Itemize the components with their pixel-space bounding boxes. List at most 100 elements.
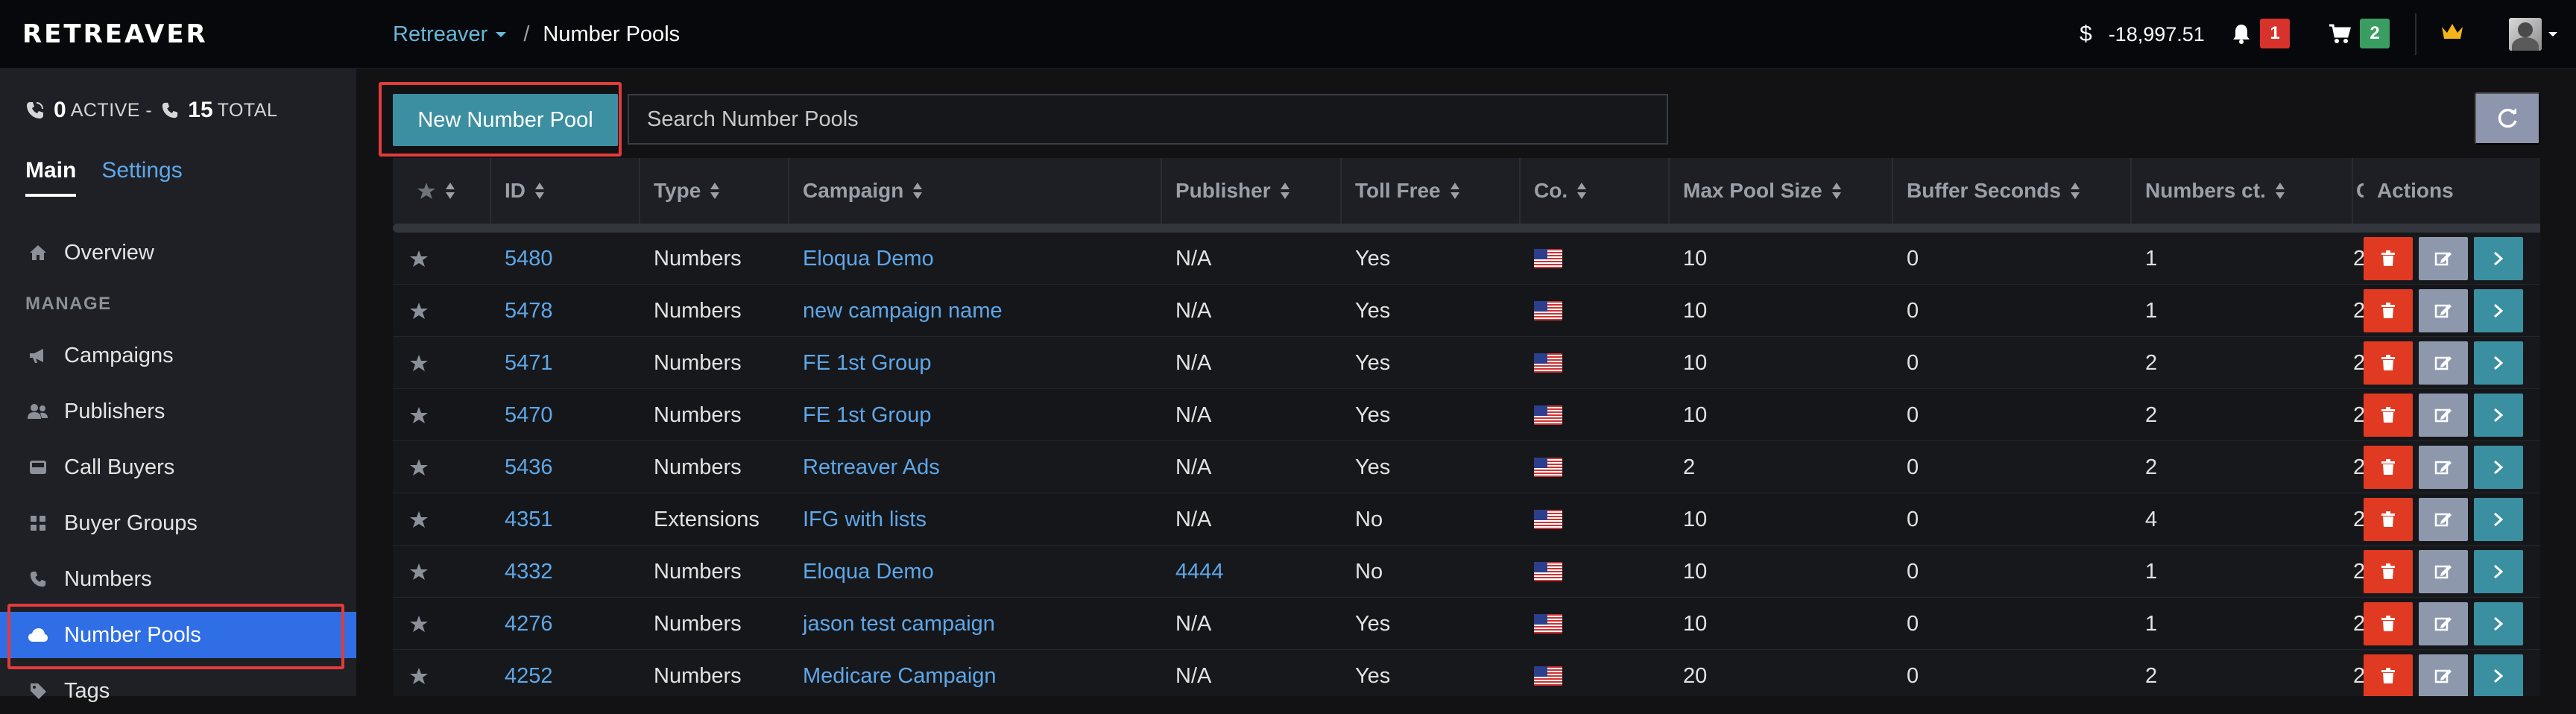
delete-button[interactable] — [2364, 289, 2413, 332]
cell-campaign[interactable]: FE 1st Group — [789, 337, 931, 389]
delete-button[interactable] — [2364, 654, 2413, 696]
column-type[interactable]: Type — [640, 158, 789, 224]
sidebar-item-tags[interactable]: Tags — [0, 668, 356, 714]
view-button[interactable] — [2474, 341, 2523, 385]
star-icon[interactable] — [393, 337, 429, 389]
star-icon[interactable] — [393, 285, 429, 337]
view-button[interactable] — [2474, 550, 2523, 593]
column-numbers-count[interactable]: Numbers ct. — [2132, 158, 2353, 224]
refresh-button[interactable] — [2475, 92, 2540, 145]
account-balance[interactable]: $ -18,997.51 — [2080, 19, 2205, 49]
cell-numbers-count: 2 — [2145, 455, 2158, 479]
sidebar-item-label: Tags — [64, 678, 110, 703]
edit-button[interactable] — [2419, 654, 2468, 696]
column-id[interactable]: ID — [491, 158, 640, 224]
breadcrumb-root-link[interactable]: Retreaver — [393, 22, 507, 47]
edit-button[interactable] — [2419, 237, 2468, 280]
tab-settings[interactable]: Settings — [101, 158, 182, 197]
edit-button[interactable] — [2419, 341, 2468, 385]
cell-campaign[interactable]: IFG with lists — [789, 493, 926, 546]
cart-button[interactable]: 2 — [2329, 19, 2390, 48]
view-button[interactable] — [2474, 602, 2523, 645]
tab-main[interactable]: Main — [25, 158, 77, 197]
cell-toll-free: Yes — [1355, 298, 1391, 323]
chevron-right-icon — [2494, 669, 2504, 683]
column-country[interactable]: Co. — [1521, 158, 1670, 224]
column-campaign[interactable]: Campaign — [789, 158, 1162, 224]
cell-id[interactable]: 4351 — [491, 493, 553, 546]
cell-id[interactable]: 5436 — [491, 441, 553, 493]
delete-button[interactable] — [2364, 341, 2413, 385]
star-icon[interactable] — [393, 546, 429, 598]
column-max-pool-size[interactable]: Max Pool Size — [1670, 158, 1893, 224]
chevron-down-icon — [2548, 31, 2557, 37]
cell-id[interactable]: 4276 — [491, 598, 553, 650]
cell-campaign[interactable]: Retreaver Ads — [789, 441, 940, 493]
view-button[interactable] — [2474, 498, 2523, 541]
cell-id[interactable]: 5478 — [491, 285, 553, 337]
sidebar-item-buyer-groups[interactable]: Buyer Groups — [0, 500, 356, 546]
star-icon[interactable] — [393, 233, 429, 285]
cell-campaign[interactable]: jason test campaign — [789, 598, 995, 650]
view-button[interactable] — [2474, 446, 2523, 489]
cell-id[interactable]: 5471 — [491, 337, 553, 389]
us-flag-icon — [1521, 650, 1562, 696]
edit-button[interactable] — [2419, 602, 2468, 645]
sidebar-item-call-buyers[interactable]: Call Buyers — [0, 444, 356, 490]
cell-publisher[interactable]: 4444 — [1162, 546, 1224, 598]
view-button[interactable] — [2474, 237, 2523, 280]
chevron-right-icon — [2494, 512, 2504, 527]
user-menu[interactable] — [2509, 18, 2558, 51]
cell-campaign[interactable]: Eloqua Demo — [789, 546, 934, 598]
cell-campaign[interactable]: FE 1st Group — [789, 389, 931, 441]
avatar — [2509, 18, 2542, 51]
retreaver-logo[interactable]: RETREAVER — [22, 19, 208, 49]
cell-id[interactable]: 4332 — [491, 546, 553, 598]
star-icon[interactable] — [393, 598, 429, 650]
cell-id[interactable]: 4252 — [491, 650, 553, 696]
view-button[interactable] — [2474, 654, 2523, 696]
cell-id[interactable]: 5470 — [491, 389, 553, 441]
cell-id[interactable]: 5480 — [491, 233, 553, 285]
delete-button[interactable] — [2364, 550, 2413, 593]
horizontal-scrollbar[interactable] — [393, 224, 2540, 233]
table-row: 4276 Numbers jason test campaign N/A Yes 10 0 1… — [393, 598, 2540, 650]
crown-icon[interactable] — [2440, 21, 2464, 42]
edit-button[interactable] — [2419, 498, 2468, 541]
edit-button[interactable] — [2419, 550, 2468, 593]
sidebar-item-overview[interactable]: Overview — [0, 230, 356, 276]
cell-campaign[interactable]: Eloqua Demo — [789, 233, 934, 285]
delete-button[interactable] — [2364, 602, 2413, 645]
column-star[interactable] — [393, 158, 491, 224]
cell-campaign[interactable]: Medicare Campaign — [789, 650, 997, 696]
edit-button[interactable] — [2419, 446, 2468, 489]
column-buffer-seconds[interactable]: Buffer Seconds — [1893, 158, 2132, 224]
star-icon[interactable] — [393, 389, 429, 441]
cell-campaign[interactable]: new campaign name — [789, 285, 1003, 337]
view-button[interactable] — [2474, 289, 2523, 332]
cell-numbers-count: 2 — [2145, 350, 2158, 375]
us-flag-icon — [1521, 389, 1562, 441]
sidebar-item-numbers[interactable]: Numbers — [0, 556, 356, 602]
star-icon[interactable] — [393, 493, 429, 546]
notifications-button[interactable]: 1 — [2232, 19, 2290, 48]
cell-toll-free: Yes — [1355, 402, 1391, 427]
delete-button[interactable] — [2364, 394, 2413, 437]
table-row: 5471 Numbers FE 1st Group N/A Yes 10 0 2 2 — [393, 337, 2540, 389]
delete-button[interactable] — [2364, 237, 2413, 280]
column-publisher[interactable]: Publisher — [1162, 158, 1342, 224]
sidebar-tabs: Main Settings — [25, 158, 183, 197]
column-toll-free[interactable]: Toll Free — [1342, 158, 1521, 224]
edit-button[interactable] — [2419, 289, 2468, 332]
star-icon[interactable] — [393, 441, 429, 493]
search-input[interactable] — [628, 94, 1668, 145]
sidebar-item-campaigns[interactable]: Campaigns — [0, 332, 356, 379]
delete-button[interactable] — [2364, 446, 2413, 489]
edit-button[interactable] — [2419, 394, 2468, 437]
cell-buffer-seconds: 0 — [1907, 455, 1919, 479]
sort-icon — [446, 183, 455, 199]
sidebar-item-publishers[interactable]: Publishers — [0, 388, 356, 435]
star-icon[interactable] — [393, 650, 429, 696]
delete-button[interactable] — [2364, 498, 2413, 541]
view-button[interactable] — [2474, 394, 2523, 437]
